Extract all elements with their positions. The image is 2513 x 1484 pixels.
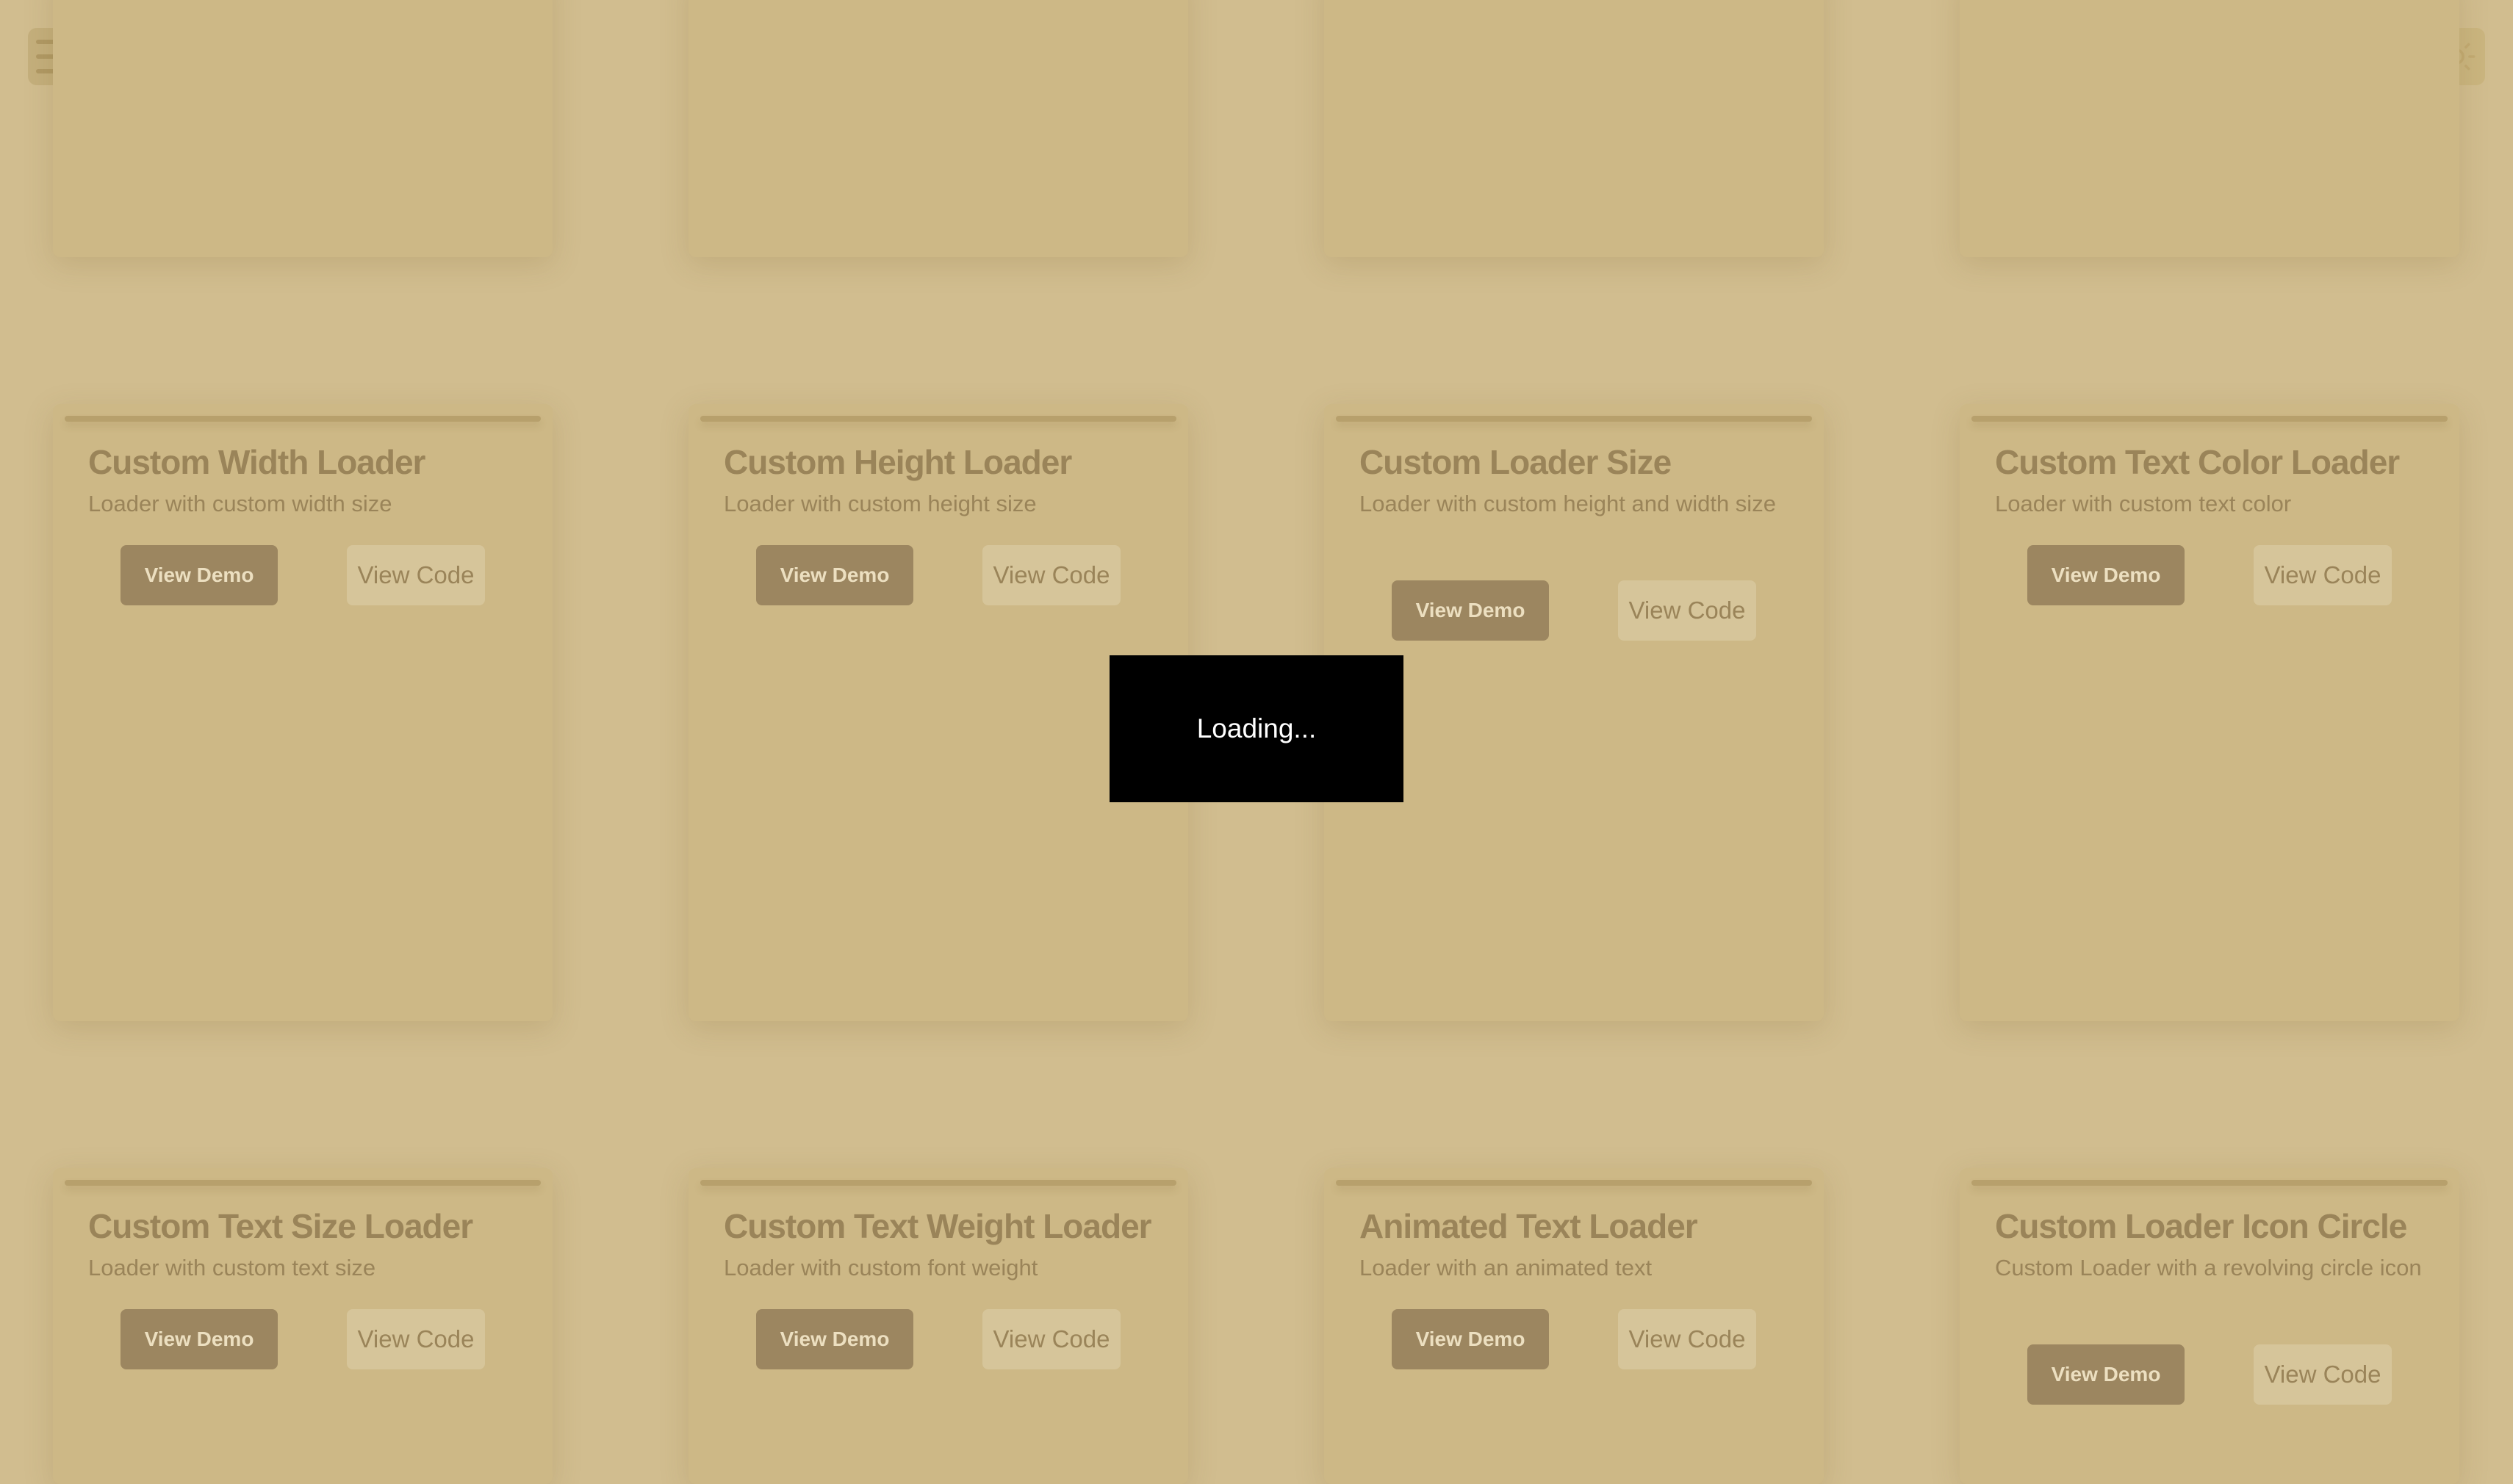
view-demo-button[interactable]: View Demo <box>756 1309 913 1369</box>
view-demo-button[interactable]: View Demo <box>121 1309 278 1369</box>
loader-card-custom-text-size: Custom Text Size Loader Loader with cust… <box>53 1168 553 1484</box>
loader-card <box>689 0 1188 257</box>
card-description: Loader with custom height and width size <box>1359 491 1776 516</box>
view-code-button[interactable]: View Code <box>1618 1309 1756 1369</box>
card-description: Loader with custom height size <box>724 491 1037 516</box>
card-title: Custom Text Color Loader <box>1995 443 2400 481</box>
card-accent-bar <box>1971 1180 2448 1186</box>
view-code-button[interactable]: View Code <box>2254 1344 2392 1405</box>
page: Custom Width Loader Loader with custom w… <box>0 0 2513 1484</box>
loader-card-animated-text: Animated Text Loader Loader with an anim… <box>1324 1168 1824 1484</box>
view-demo-button[interactable]: View Demo <box>1392 580 1549 641</box>
card-accent-bar <box>700 1180 1176 1186</box>
view-demo-button[interactable]: View Demo <box>2027 1344 2185 1405</box>
loader-card-custom-text-weight: Custom Text Weight Loader Loader with cu… <box>689 1168 1188 1484</box>
loader-card <box>1324 0 1824 257</box>
view-code-button[interactable]: View Code <box>1618 580 1756 641</box>
view-demo-button[interactable]: View Demo <box>756 545 913 605</box>
card-title: Animated Text Loader <box>1359 1207 1698 1245</box>
card-description: Loader with an animated text <box>1359 1255 1653 1281</box>
card-title: Custom Text Size Loader <box>88 1207 473 1245</box>
view-demo-button[interactable]: View Demo <box>1392 1309 1549 1369</box>
loader-card-custom-width: Custom Width Loader Loader with custom w… <box>53 404 553 1021</box>
card-description: Loader with custom width size <box>88 491 392 516</box>
card-title: Custom Loader Icon Circle <box>1995 1207 2407 1245</box>
card-title: Custom Text Weight Loader <box>724 1207 1152 1245</box>
card-description: Loader with custom font weight <box>724 1255 1038 1281</box>
card-description: Loader with custom text size <box>88 1255 376 1281</box>
card-title: Custom Height Loader <box>724 443 1072 481</box>
card-description: Loader with custom text color <box>1995 491 2292 516</box>
card-title: Custom Loader Size <box>1359 443 1672 481</box>
card-accent-bar <box>1971 416 2448 422</box>
card-description: Custom Loader with a revolving circle ic… <box>1995 1255 2422 1281</box>
loader-card <box>1960 0 2459 257</box>
view-code-button[interactable]: View Code <box>2254 545 2392 605</box>
view-code-button[interactable]: View Code <box>347 1309 485 1369</box>
loader-card <box>53 0 553 257</box>
loading-overlay: Loading... <box>1110 655 1403 802</box>
view-code-button[interactable]: View Code <box>347 545 485 605</box>
card-accent-bar <box>65 416 541 422</box>
view-demo-button[interactable]: View Demo <box>121 545 278 605</box>
card-title: Custom Width Loader <box>88 443 425 481</box>
card-accent-bar <box>65 1180 541 1186</box>
view-code-button[interactable]: View Code <box>982 1309 1121 1369</box>
loader-card-icon-circle: Custom Loader Icon Circle Custom Loader … <box>1960 1168 2459 1484</box>
view-demo-button[interactable]: View Demo <box>2027 545 2185 605</box>
loader-card-custom-text-color: Custom Text Color Loader Loader with cus… <box>1960 404 2459 1021</box>
card-accent-bar <box>1336 416 1812 422</box>
loading-text: Loading... <box>1196 713 1317 743</box>
view-code-button[interactable]: View Code <box>982 545 1121 605</box>
card-accent-bar <box>1336 1180 1812 1186</box>
card-accent-bar <box>700 416 1176 422</box>
